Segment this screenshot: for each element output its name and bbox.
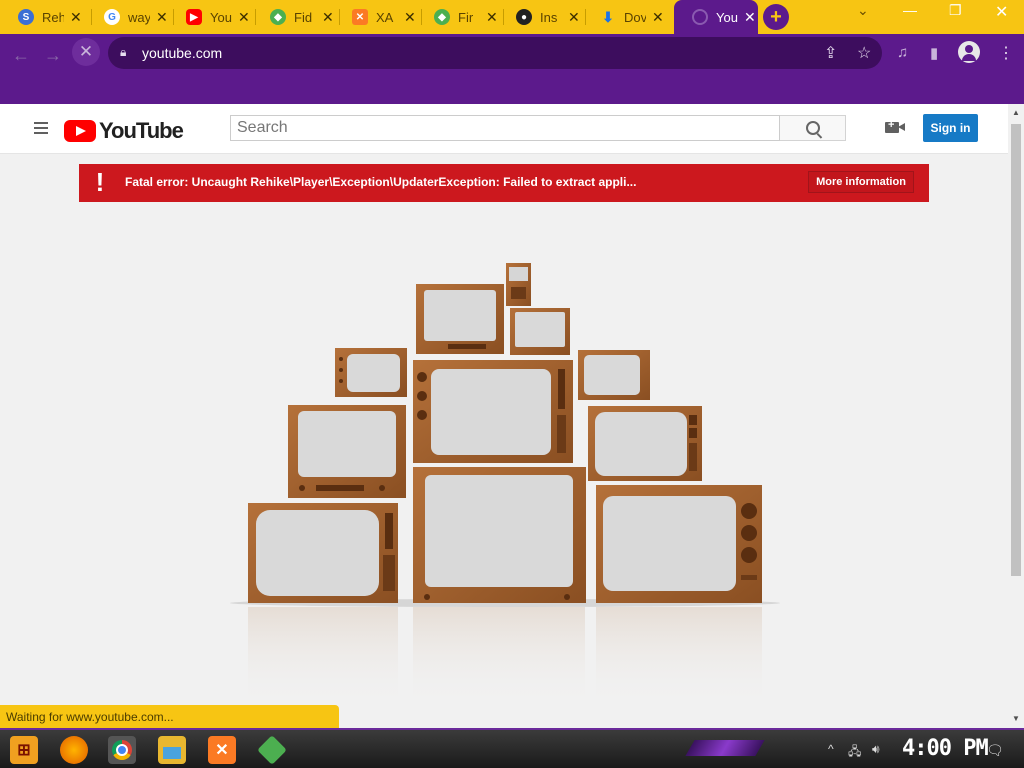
taskbar-decoration [685, 740, 765, 756]
taskbar: ⊞ ✕ ^ 🖧︎ 🔊︎ 4:00 PM 🗨︎ [0, 728, 1024, 768]
tab-6[interactable]: ● Ins ✕ [498, 0, 586, 34]
fiddler-icon: ◆ [434, 9, 450, 25]
github-icon: ● [516, 9, 532, 25]
minimize-button[interactable]: — [903, 2, 917, 18]
media-control-icon[interactable]: ♫ [897, 44, 908, 61]
search-icon [805, 121, 820, 135]
download-icon: ⬇ [602, 8, 614, 25]
youtube-logo[interactable]: YouTube [64, 118, 184, 144]
close-tab-icon[interactable]: ✕ [322, 9, 334, 26]
search-button[interactable] [780, 115, 846, 141]
more-information-button[interactable]: More information [808, 171, 914, 193]
new-tab-button[interactable]: + [763, 4, 789, 30]
share-icon[interactable]: ⇪ [824, 43, 837, 63]
bookmark-star-icon[interactable]: ☆ [857, 43, 871, 63]
close-tab-icon[interactable]: ✕ [404, 9, 416, 26]
tab-strip: S Reh ✕ G way ✕ ▶ You ✕ ◆ Fid ✕ ✕ XA ✕ ◆… [0, 0, 1024, 34]
chrome-icon[interactable] [108, 736, 136, 764]
tab-1[interactable]: G way ✕ [86, 0, 174, 34]
xampp-icon[interactable]: ✕ [208, 736, 236, 764]
tab-3[interactable]: ◆ Fid ✕ [252, 0, 340, 34]
tab-2[interactable]: ▶ You ✕ [168, 0, 256, 34]
sign-in-button[interactable]: Sign in [923, 114, 978, 142]
upload-video-icon[interactable] [885, 119, 905, 133]
tab-active[interactable]: You ✕ [674, 0, 758, 34]
close-tab-icon[interactable]: ✕ [486, 9, 498, 26]
address-bar[interactable]: 🔒︎ youtube.com ⇪ ☆ [108, 37, 882, 69]
status-bubble: Waiting for www.youtube.com... [0, 705, 339, 728]
scrollbar-thumb[interactable] [1011, 124, 1021, 576]
hamburger-menu-icon[interactable] [34, 122, 48, 137]
fiddler-icon: ◆ [270, 9, 286, 25]
tray-chevron-icon[interactable]: ^ [828, 742, 834, 756]
broken-tvs-illustration [230, 263, 780, 707]
error-message: Fatal error: Uncaught Rehike\Player\Exce… [125, 175, 637, 189]
network-icon[interactable]: 🖧︎ [848, 742, 861, 763]
fiddler-icon[interactable] [257, 735, 287, 765]
close-tab-icon[interactable]: ✕ [568, 9, 580, 26]
close-tab-icon[interactable]: ✕ [744, 9, 756, 26]
youtube-icon: ▶ [186, 9, 202, 25]
rehike-icon: S [18, 9, 34, 25]
scroll-up-icon[interactable]: ▲ [1012, 108, 1020, 117]
youtube-play-icon [64, 120, 96, 142]
menu-kebab-icon[interactable]: ⋮ [998, 43, 1014, 63]
volume-icon[interactable]: 🔊︎ [872, 742, 880, 757]
tab-7[interactable]: ⬇ Dov ✕ [582, 0, 672, 34]
close-window-button[interactable]: ✕ [995, 2, 1008, 22]
side-panel-icon[interactable]: ▮ [930, 44, 938, 62]
xampp-icon: ✕ [352, 9, 368, 25]
page-scrollbar[interactable]: ▲ ▼ [1008, 104, 1024, 728]
lock-icon[interactable]: 🔒︎ [120, 45, 126, 60]
google-icon: G [104, 9, 120, 25]
start-icon[interactable]: ⊞ [10, 736, 38, 764]
profile-avatar[interactable] [958, 41, 980, 63]
stop-loading-button[interactable]: ✕ [72, 38, 100, 66]
tab-5[interactable]: ◆ Fir ✕ [416, 0, 504, 34]
scroll-down-icon[interactable]: ▼ [1012, 714, 1020, 723]
exclamation-icon: ! [95, 167, 105, 197]
loading-icon [692, 9, 708, 25]
error-banner: ! Fatal error: Uncaught Rehike\Player\Ex… [79, 164, 929, 202]
tab-4[interactable]: ✕ XA ✕ [334, 0, 422, 34]
close-tab-icon[interactable]: ✕ [156, 9, 168, 26]
clock[interactable]: 4:00 PM [902, 736, 989, 761]
youtube-header: YouTube Sign in [0, 104, 1008, 154]
tab-0[interactable]: S Reh ✕ [0, 0, 92, 34]
file-explorer-icon[interactable] [158, 736, 186, 764]
close-tab-icon[interactable]: ✕ [238, 9, 250, 26]
browser-toolbar: ← → ✕ 🔒︎ youtube.com ⇪ ☆ ♫ ▮ ⋮ [0, 34, 1024, 104]
forward-button[interactable]: → [40, 42, 66, 68]
search-box[interactable] [230, 115, 780, 141]
search-input[interactable] [231, 116, 779, 140]
back-button[interactable]: ← [8, 42, 34, 68]
tab-search-icon[interactable]: ⌄ [857, 2, 869, 19]
restore-button[interactable]: ❐ [949, 2, 962, 19]
close-tab-icon[interactable]: ✕ [652, 9, 664, 26]
close-tab-icon[interactable]: ✕ [70, 9, 82, 26]
notification-icon[interactable]: 🗨︎ [986, 742, 1004, 759]
url-text[interactable]: youtube.com [142, 45, 222, 61]
firefox-icon[interactable] [60, 736, 88, 764]
